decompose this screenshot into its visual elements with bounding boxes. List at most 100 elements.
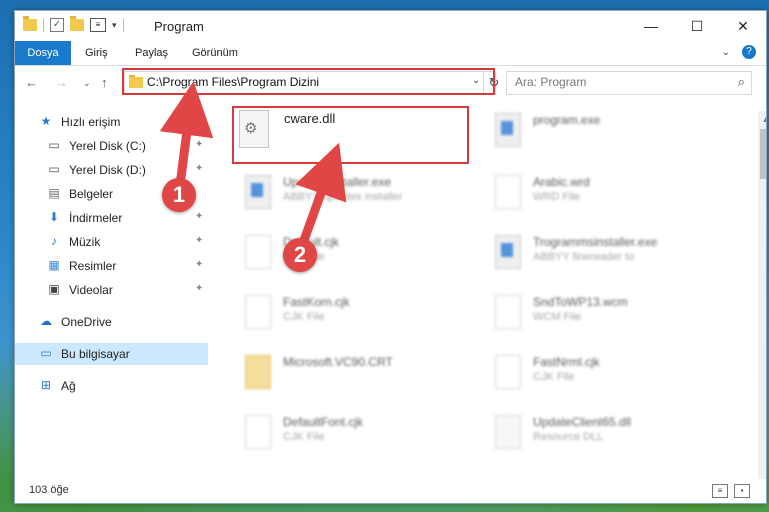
- forward-arrow-icon[interactable]: →: [55, 75, 68, 90]
- tab-home[interactable]: Giriş: [85, 41, 108, 65]
- drive-icon: ▭: [48, 138, 60, 152]
- address-highlight-box: [122, 68, 495, 95]
- step-badge-1: 1: [162, 178, 196, 212]
- exe-file-icon: [495, 113, 521, 147]
- file-name: UpdateClient65.dll: [533, 415, 632, 429]
- file-item[interactable]: UpdateClient65.dll Resource DLL: [485, 411, 725, 463]
- item-count: 103 öğe: [29, 484, 69, 496]
- file-icon: [495, 355, 521, 389]
- drive-icon: ▭: [48, 162, 60, 176]
- toolbar-divider: [43, 18, 44, 32]
- tab-file[interactable]: Dosya: [15, 41, 71, 65]
- sidebar-item-label: Resimler: [69, 259, 117, 273]
- search-input[interactable]: Ara: Program ⌕: [506, 71, 752, 95]
- file-item[interactable]: Updatesinstaller.exe ABBYY updates insta…: [235, 171, 475, 223]
- ribbon-tabs: Dosya Giriş Paylaş Görünüm ⌄ ?: [15, 41, 766, 66]
- chevron-down-icon[interactable]: ▾: [112, 20, 117, 31]
- file-name: Updatesinstaller.exe: [283, 175, 392, 189]
- back-arrow-icon[interactable]: ←: [25, 75, 38, 90]
- sidebar-item-label: Bu bilgisayar: [61, 347, 130, 361]
- navigation-pane: ★ Hızlı erişim ▭ Yerel Disk (C:) ✦ ▭ Yer…: [15, 107, 208, 477]
- file-highlight-box: [232, 106, 469, 164]
- checkmark-icon[interactable]: ✓: [50, 18, 64, 32]
- sidebar-item-local-disk-c[interactable]: ▭ Yerel Disk (C:) ✦: [15, 135, 208, 157]
- sidebar-item-label: OneDrive: [61, 315, 112, 329]
- chevron-down-icon[interactable]: ⌄: [722, 47, 730, 58]
- minimize-button[interactable]: —: [628, 11, 674, 41]
- sidebar-item-label: Ağ: [61, 379, 76, 393]
- file-name: Arabic.wrd: [533, 175, 590, 189]
- file-item[interactable]: Trogrammsinstaller.exe ABBYY finereader …: [485, 231, 725, 283]
- large-icons-view-icon[interactable]: ▪: [734, 484, 750, 498]
- new-folder-icon[interactable]: [70, 16, 84, 31]
- navigation-bar: ← → ⌄ ↑ C:\Program Files\Program Dizini …: [15, 66, 766, 100]
- search-icon[interactable]: ⌕: [738, 74, 745, 90]
- star-icon: ★: [40, 114, 52, 128]
- file-item[interactable]: Default.cjk CJK File: [235, 231, 475, 283]
- step-badge-2: 2: [283, 238, 317, 272]
- sidebar-item-label: Yerel Disk (C:): [69, 139, 146, 153]
- chevron-down-icon[interactable]: ⌄: [83, 78, 91, 89]
- window-controls: — ☐ ✕: [628, 11, 766, 41]
- pin-icon[interactable]: ✦: [195, 163, 203, 174]
- file-icon: [495, 295, 521, 329]
- file-name: FastKorn.cjk: [283, 295, 350, 309]
- file-name: Trogrammsinstaller.exe: [533, 235, 658, 249]
- sidebar-item-label: Yerel Disk (D:): [69, 163, 146, 177]
- scroll-thumb[interactable]: [760, 129, 766, 179]
- vertical-scrollbar[interactable]: ▲: [758, 111, 766, 491]
- sidebar-item-network[interactable]: ⊞ Ağ: [15, 375, 208, 397]
- search-placeholder: Ara: Program: [515, 75, 587, 89]
- file-item[interactable]: SndToWP13.wcm WCM File: [485, 291, 725, 343]
- file-name: program.exe: [533, 113, 601, 127]
- file-icon: [245, 295, 271, 329]
- film-icon: ▣: [48, 282, 60, 296]
- pin-icon[interactable]: ✦: [195, 283, 203, 294]
- file-item[interactable]: Arabic.wrd WRD File: [485, 171, 725, 223]
- maximize-button[interactable]: ☐: [674, 11, 720, 41]
- sidebar-item-label: Müzik: [69, 235, 101, 249]
- pin-icon[interactable]: ✦: [195, 211, 203, 222]
- file-item[interactable]: FastKorn.cjk CJK File: [235, 291, 475, 343]
- file-item[interactable]: DefaultFont.cjk CJK File: [235, 411, 475, 463]
- sidebar-item-pictures[interactable]: ▦ Resimler ✦: [15, 255, 208, 277]
- tab-view[interactable]: Görünüm: [192, 41, 238, 65]
- picture-icon: ▦: [48, 258, 60, 272]
- tab-share[interactable]: Paylaş: [135, 41, 168, 65]
- file-item[interactable]: Microsoft.VC90.CRT: [235, 351, 475, 403]
- file-type: CJK File: [283, 431, 325, 443]
- quick-access-toolbar: ✓ ≡ ▾: [23, 16, 124, 32]
- sidebar-item-videos[interactable]: ▣ Videolar ✦: [15, 279, 208, 301]
- up-arrow-icon[interactable]: ↑: [101, 75, 108, 90]
- sidebar-item-music[interactable]: ♪ Müzik ✦: [15, 231, 208, 253]
- properties-icon[interactable]: ≡: [90, 18, 106, 32]
- sidebar-item-onedrive[interactable]: ☁ OneDrive: [15, 311, 208, 333]
- sidebar-item-this-pc[interactable]: ▭ Bu bilgisayar: [15, 343, 208, 365]
- file-type: WRD File: [533, 191, 581, 203]
- scroll-up-icon[interactable]: ▲: [758, 111, 766, 127]
- download-icon: ⬇: [48, 210, 60, 224]
- file-item[interactable]: FastNrml.cjk CJK File: [485, 351, 725, 403]
- sidebar-item-label: Hızlı erişim: [61, 115, 121, 129]
- close-button[interactable]: ✕: [720, 11, 766, 41]
- file-type: CJK File: [533, 371, 575, 383]
- pin-icon[interactable]: ✦: [195, 139, 203, 150]
- pin-icon[interactable]: ✦: [195, 259, 203, 270]
- title-bar: ✓ ≡ ▾ Program — ☐ ✕: [15, 11, 766, 41]
- computer-icon: ▭: [40, 346, 52, 360]
- music-note-icon: ♪: [51, 234, 57, 248]
- network-icon: ⊞: [40, 378, 52, 392]
- file-item[interactable]: program.exe: [485, 109, 725, 161]
- cloud-icon: ☁: [40, 314, 52, 328]
- file-name: FastNrml.cjk: [533, 355, 600, 369]
- file-explorer-window: ✓ ≡ ▾ Program — ☐ ✕ Dosya Giriş Paylaş G…: [14, 10, 767, 504]
- pin-icon[interactable]: ✦: [195, 235, 203, 246]
- file-icon: [245, 415, 271, 449]
- sidebar-item-label: Videolar: [69, 283, 113, 297]
- details-view-icon[interactable]: ≡: [712, 484, 728, 498]
- help-icon[interactable]: ?: [742, 45, 756, 59]
- window-title: Program: [154, 19, 204, 34]
- sidebar-item-quick-access[interactable]: ★ Hızlı erişim: [15, 111, 208, 133]
- file-name: SndToWP13.wcm: [533, 295, 628, 309]
- folder-icon: [245, 355, 271, 389]
